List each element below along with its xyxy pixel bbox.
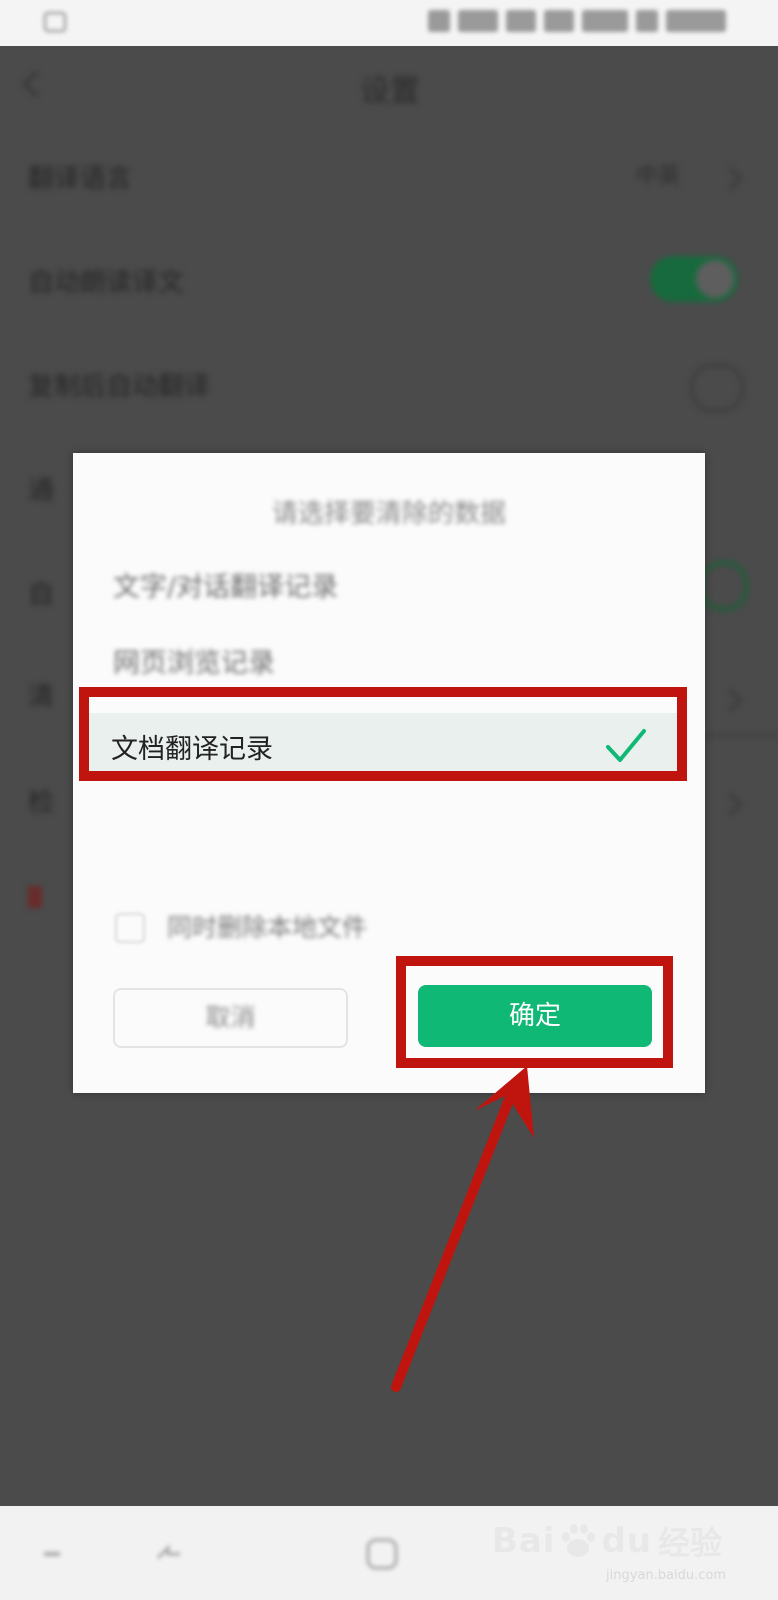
home-nav-icon[interactable]: [364, 1536, 400, 1572]
watermark-suffix: 经验: [657, 1524, 722, 1562]
watermark-brand-2: du: [601, 1521, 652, 1561]
watermark-brand: Bai: [491, 1521, 556, 1561]
annotation-arrow-icon: [391, 1066, 534, 1392]
baidu-paw-icon: [562, 1524, 596, 1557]
back-nav-icon[interactable]: [152, 1536, 186, 1570]
baidu-jingyan-watermark: Bai du 经验: [492, 1506, 722, 1576]
menu-icon[interactable]: [40, 1542, 64, 1566]
watermark-url: jingyan.baidu.com: [606, 1568, 726, 1583]
